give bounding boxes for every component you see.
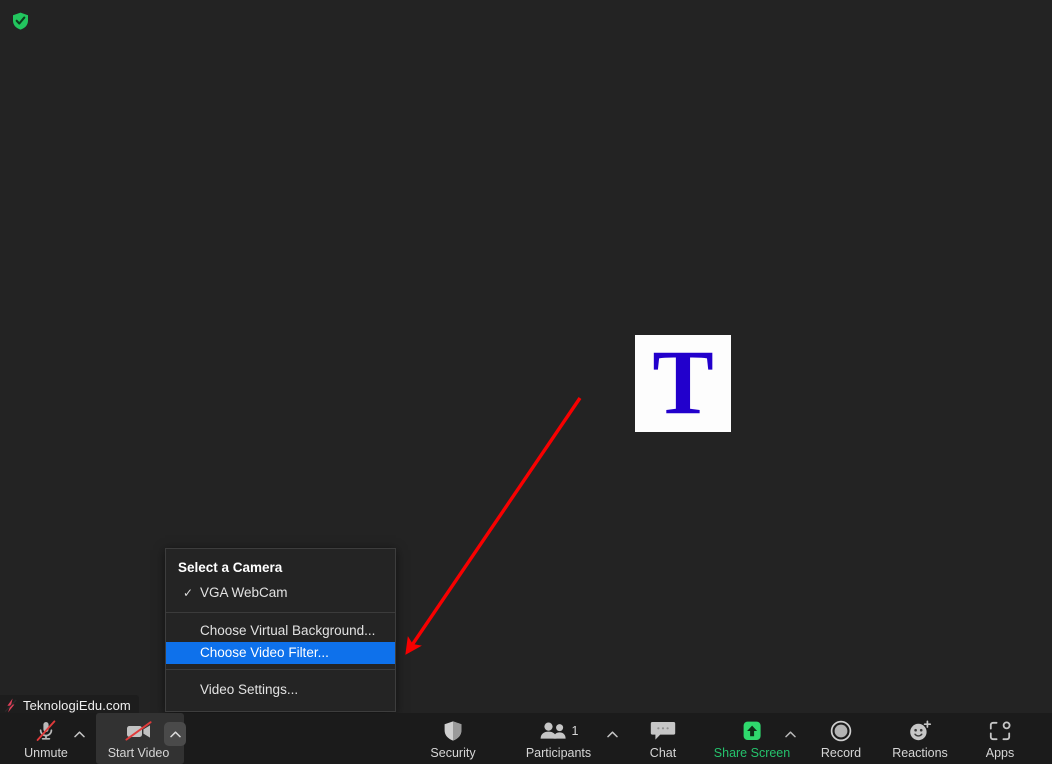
watermark-text: TeknologiEdu.com <box>23 697 131 713</box>
participants-glyph <box>540 722 566 739</box>
chat-bubble-icon <box>650 720 676 742</box>
smiley-plus-glyph <box>910 720 932 741</box>
participants-icon: 1 <box>539 720 579 742</box>
toolbar-button-apps[interactable]: Apps <box>974 713 1026 764</box>
toolbar-label-reactions: Reactions <box>892 746 948 760</box>
apps-glyph <box>989 721 1011 741</box>
menu-item-choose-video-filter[interactable]: Choose Video Filter... <box>166 642 395 664</box>
toolbar-label-security: Security <box>430 746 476 760</box>
toolbar-button-participants[interactable]: 1 Participants <box>520 713 597 764</box>
toolbar-label-start-video: Start Video <box>107 746 170 760</box>
shield-check-glyph <box>13 12 28 30</box>
toolbar-label-record: Record <box>820 746 862 760</box>
menu-item-video-settings[interactable]: Video Settings... <box>166 679 395 701</box>
microphone-muted-glyph <box>36 720 56 741</box>
chat-bubble-glyph <box>650 722 676 740</box>
toolbar-button-security[interactable]: Security <box>422 713 484 764</box>
toolbar-button-reactions[interactable]: Reactions <box>885 713 955 764</box>
toolbar-button-unmute[interactable]: Unmute <box>18 713 74 764</box>
toolbar-label-participants: Participants <box>525 746 592 760</box>
annotation-arrow-icon <box>405 397 582 655</box>
share-screen-glyph <box>743 721 761 740</box>
toolbar-button-record[interactable]: Record <box>812 713 870 764</box>
shield-glyph <box>444 721 462 741</box>
chevron-up-icon <box>73 730 85 737</box>
teknologiedu-logo-icon <box>4 698 17 712</box>
share-screen-caret-button[interactable] <box>779 722 801 746</box>
chevron-up-icon <box>784 730 796 737</box>
participants-count: 1 <box>571 724 579 738</box>
share-screen-up-arrow-icon <box>735 720 769 742</box>
chevron-up-icon <box>606 730 618 737</box>
smiley-plus-icon <box>907 720 933 742</box>
chevron-up-icon <box>169 730 181 737</box>
toolbar-button-chat[interactable]: Chat <box>637 713 689 764</box>
menu-section-settings: Video Settings... <box>166 670 395 711</box>
shield-check-icon[interactable] <box>12 12 29 30</box>
menu-item-choose-virtual-background[interactable]: Choose Virtual Background... <box>166 620 395 642</box>
camera-muted-icon <box>123 720 155 742</box>
record-circle-icon <box>829 720 853 742</box>
camera-dropdown-menu[interactable]: Select a Camera VGA WebCam Choose Virtua… <box>165 548 396 712</box>
watermark: TeknologiEdu.com <box>0 695 139 715</box>
start-video-caret-button[interactable] <box>164 722 186 746</box>
menu-header-select-camera: Select a Camera <box>178 560 283 575</box>
unmute-caret-button[interactable] <box>68 722 90 746</box>
toolbar-label-share-screen: Share Screen <box>713 746 791 760</box>
menu-section-options: Choose Virtual Background... Choose Vide… <box>166 613 395 669</box>
microphone-muted-icon <box>34 720 58 742</box>
menu-section-cameras: Select a Camera VGA WebCam <box>166 549 395 612</box>
toolbar-label-chat: Chat <box>649 746 677 760</box>
participants-caret-button[interactable] <box>601 722 623 746</box>
zoom-meeting-window: T Select a Camera VGA WebCam Choose Virt… <box>0 0 1052 764</box>
shield-icon <box>443 720 463 742</box>
record-glyph <box>830 720 852 742</box>
self-video-avatar-letter: T <box>652 335 714 432</box>
camera-muted-glyph <box>124 721 152 741</box>
menu-item-vga-webcam[interactable]: VGA WebCam <box>166 582 395 604</box>
self-video-tile[interactable]: T <box>635 335 731 432</box>
apps-bracket-icon <box>988 720 1012 742</box>
meeting-toolbar: Unmute Start Video Security 1 Participan… <box>0 713 1052 764</box>
toolbar-label-unmute: Unmute <box>24 746 68 760</box>
toolbar-label-apps: Apps <box>985 746 1015 760</box>
